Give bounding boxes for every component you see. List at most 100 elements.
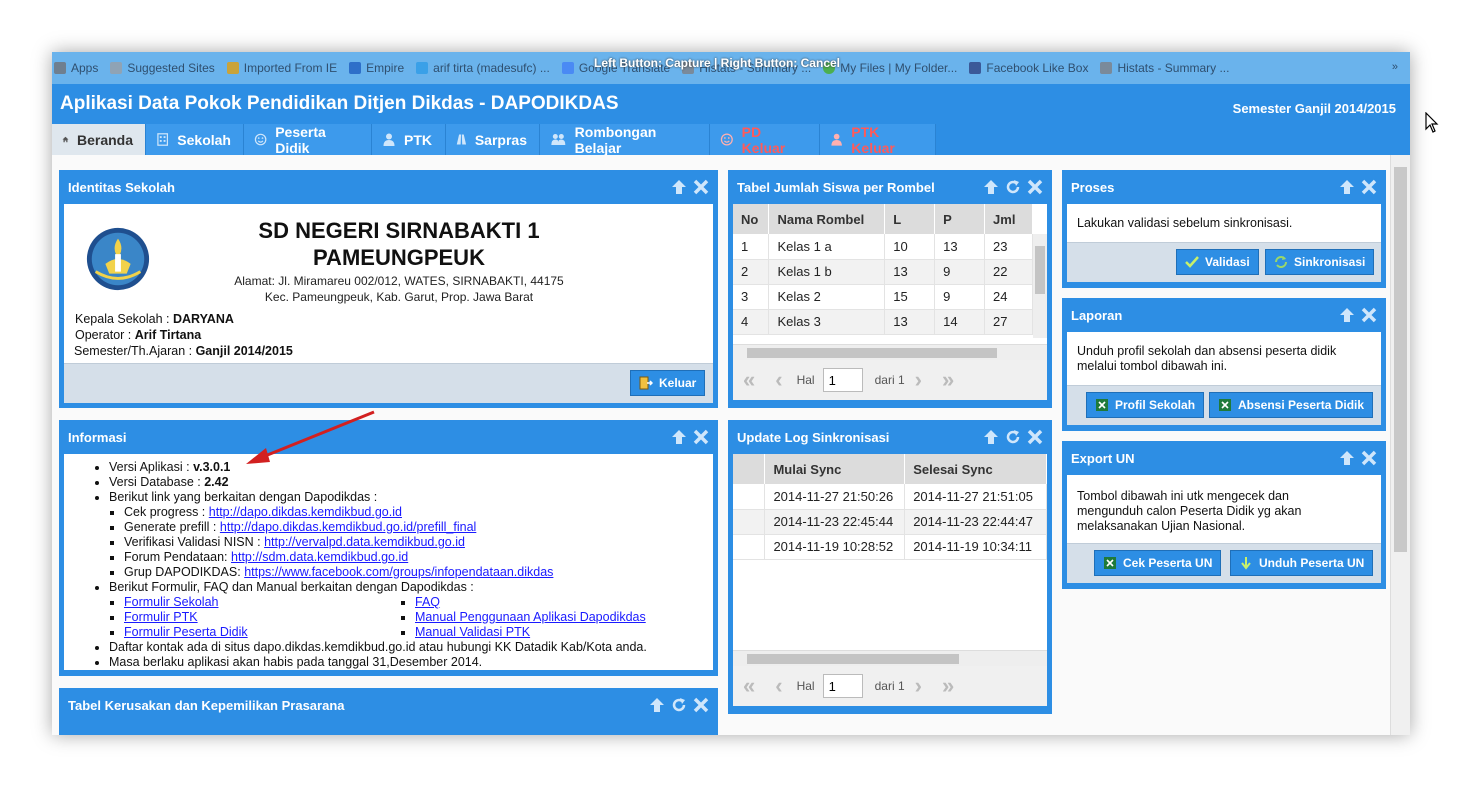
grup-dapodikdas-link[interactable]: https://www.facebook.com/groups/infopend… <box>244 565 553 579</box>
tab-sarpras[interactable]: Sarpras <box>446 124 540 155</box>
keluar-button[interactable]: Keluar <box>630 370 706 396</box>
scrollbar-thumb[interactable] <box>1035 246 1045 294</box>
tab-sekolah[interactable]: Sekolah <box>146 124 244 155</box>
page-scrollbar[interactable] <box>1390 155 1410 735</box>
close-icon[interactable] <box>692 428 710 446</box>
bookmark-apps[interactable]: Apps <box>54 61 98 75</box>
first-page-icon[interactable]: « <box>743 367 755 393</box>
page-input[interactable] <box>822 368 863 392</box>
bookmark-suggested-sites[interactable]: Suggested Sites <box>110 61 215 75</box>
cek-progress-link[interactable]: http://dapo.dikdas.kemdikbud.go.id <box>209 505 402 519</box>
app-header: Aplikasi Data Pokok Pendidikan Ditjen Di… <box>52 84 1410 124</box>
close-icon[interactable] <box>1360 449 1378 467</box>
close-icon[interactable] <box>1360 306 1378 324</box>
bookmark-facebook-like-box[interactable]: Facebook Like Box <box>969 61 1088 75</box>
formulir-peserta-didik-link[interactable]: Formulir Peserta Didik <box>124 625 248 639</box>
collapse-arrow-up-icon[interactable] <box>982 178 1000 196</box>
tab-rombongan-belajar[interactable]: Rombongan Belajar <box>540 124 710 156</box>
column-header[interactable]: Selesai Sync <box>904 454 1047 484</box>
collapse-arrow-up-icon[interactable] <box>1338 449 1356 467</box>
tab-ptk[interactable]: PTK <box>372 124 446 155</box>
refresh-icon[interactable] <box>1004 178 1022 196</box>
collapse-arrow-up-icon[interactable] <box>670 428 688 446</box>
formulir-sekolah-link[interactable]: Formulir Sekolah <box>124 595 218 609</box>
unduh-peserta-un-button[interactable]: Unduh Peserta UN <box>1230 550 1374 576</box>
table-row[interactable]: 2 Kelas 1 b 13 9 22 <box>733 259 1033 285</box>
column-header[interactable]: Nama Rombel <box>768 204 886 234</box>
verifikasi-nisn-link[interactable]: http://vervalpd.data.kemdikbud.go.id <box>264 535 465 549</box>
close-icon[interactable] <box>1026 178 1044 196</box>
operator: Operator : Arif Tirtana <box>75 328 202 342</box>
table-row[interactable]: 2014-11-23 22:45:44 2014-11-23 22:44:47 <box>733 509 1047 535</box>
tab-beranda[interactable]: Beranda <box>52 124 146 155</box>
scrollbar-thumb[interactable] <box>747 654 959 664</box>
bookmark-twitter[interactable]: arif tirta (madesufc) ... <box>416 61 550 75</box>
page-total: dari 1 <box>874 373 905 387</box>
faq-link[interactable]: FAQ <box>415 595 440 609</box>
page-input[interactable] <box>822 674 863 698</box>
scrollbar-thumb[interactable] <box>1394 167 1407 552</box>
close-icon[interactable] <box>1026 428 1044 446</box>
absensi-peserta-didik-button[interactable]: Absensi Peserta Didik <box>1209 392 1374 418</box>
tab-pd-keluar[interactable]: PD Keluar <box>710 124 820 156</box>
collapse-arrow-up-icon[interactable] <box>648 696 666 714</box>
forum-pendataan-link[interactable]: http://sdm.data.kemdikbud.go.id <box>231 550 408 564</box>
collapse-arrow-up-icon[interactable] <box>670 178 688 196</box>
bookmark-empire[interactable]: Empire <box>349 61 404 75</box>
export-un-text-line2: mengunduh calon Peserta Didik yg akan <box>1077 504 1302 518</box>
column-header[interactable]: Mulai Sync <box>764 454 906 484</box>
prev-page-icon[interactable]: ‹ <box>775 673 782 699</box>
checkmark-icon <box>1185 256 1199 268</box>
table-row[interactable]: 1 Kelas 1 a 10 13 23 <box>733 234 1033 260</box>
sync-log-grid: Mulai Sync Selesai Sync 2014-11-27 21:50… <box>733 454 1047 650</box>
column-header[interactable]: Jml <box>984 204 1033 234</box>
horizontal-scrollbar[interactable] <box>733 344 1047 360</box>
panel-header: Tabel Jumlah Siswa per Rombel <box>728 170 1052 204</box>
horizontal-scrollbar[interactable] <box>733 650 1047 666</box>
link-item: Verifikasi Validasi NISN : http://verval… <box>124 535 713 550</box>
bookmark-histats-2[interactable]: Histats - Summary ... <box>1100 61 1229 75</box>
pagination-bar: « ‹ Hal dari 1 › » <box>733 360 1047 400</box>
column-header[interactable]: P <box>934 204 986 234</box>
refresh-icon[interactable] <box>670 696 688 714</box>
formulir-ptk-link[interactable]: Formulir PTK <box>124 610 198 624</box>
identitas-sekolah-panel: Identitas Sekolah SD NEGERI SIRNABAKTI 1… <box>59 170 718 408</box>
validasi-button[interactable]: Validasi <box>1176 249 1259 275</box>
cek-peserta-un-button[interactable]: Cek Peserta UN <box>1094 550 1222 576</box>
collapse-arrow-up-icon[interactable] <box>1338 178 1356 196</box>
generate-prefill-link[interactable]: http://dapo.dikdas.kemdikbud.go.id/prefi… <box>220 520 476 534</box>
table-row[interactable]: 2014-11-19 10:28:52 2014-11-19 10:34:11 <box>733 534 1047 560</box>
collapse-arrow-up-icon[interactable] <box>982 428 1000 446</box>
panel-body: SD NEGERI SIRNABAKTI 1 PAMEUNGPEUK Alama… <box>64 204 713 363</box>
panel-header: Update Log Sinkronisasi <box>728 420 1052 454</box>
link-item: Grup DAPODIKDAS: https://www.facebook.co… <box>124 565 713 580</box>
column-header[interactable]: L <box>884 204 936 234</box>
scrollbar-thumb[interactable] <box>747 348 997 358</box>
manual-validasi-ptk-link[interactable]: Manual Validasi PTK <box>415 625 530 639</box>
next-page-icon[interactable]: › <box>915 367 922 393</box>
first-page-icon[interactable]: « <box>743 673 755 699</box>
bookmarks-overflow-button[interactable]: » <box>1392 61 1398 73</box>
bookmark-my-files[interactable]: My Files | My Folder... <box>823 61 957 75</box>
table-row[interactable]: 3 Kelas 2 15 9 24 <box>733 284 1033 310</box>
vertical-scrollbar[interactable] <box>1033 234 1047 338</box>
manual-penggunaan-link[interactable]: Manual Penggunaan Aplikasi Dapodikdas <box>415 610 646 624</box>
close-icon[interactable] <box>1360 178 1378 196</box>
next-page-icon[interactable]: › <box>915 673 922 699</box>
last-page-icon[interactable]: » <box>942 673 954 699</box>
sinkronisasi-button[interactable]: Sinkronisasi <box>1265 249 1375 275</box>
refresh-icon[interactable] <box>1004 428 1022 446</box>
close-icon[interactable] <box>692 696 710 714</box>
bookmark-imported-from-ie[interactable]: Imported From IE <box>226 61 337 75</box>
tab-peserta-didik[interactable]: Peserta Didik <box>244 124 372 156</box>
table-row[interactable]: 4 Kelas 3 13 14 27 <box>733 309 1033 335</box>
tab-ptk-keluar[interactable]: PTK Keluar <box>820 124 936 156</box>
collapse-arrow-up-icon[interactable] <box>1338 306 1356 324</box>
close-icon[interactable] <box>692 178 710 196</box>
column-header[interactable]: No <box>733 204 770 234</box>
prev-page-icon[interactable]: ‹ <box>775 367 782 393</box>
profil-sekolah-button[interactable]: Profil Sekolah <box>1086 392 1205 418</box>
table-row[interactable]: 2014-11-27 21:50:26 2014-11-27 21:51:05 <box>733 484 1047 510</box>
panel-body: Versi Aplikasi : v.3.0.1 Versi Database … <box>64 454 713 670</box>
last-page-icon[interactable]: » <box>942 367 954 393</box>
